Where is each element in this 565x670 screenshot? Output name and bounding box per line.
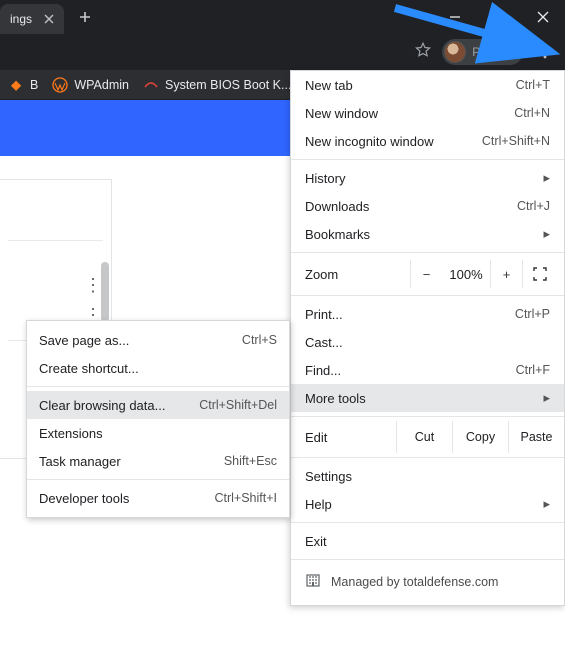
- browser-tab[interactable]: ings: [0, 4, 64, 34]
- bookmark-item[interactable]: ◆ B: [8, 77, 38, 93]
- menu-history[interactable]: History▸: [291, 164, 564, 192]
- minimize-button[interactable]: [433, 0, 477, 34]
- menu-new-tab[interactable]: New tabCtrl+T: [291, 71, 564, 99]
- edit-copy-button[interactable]: Copy: [452, 421, 508, 453]
- main-menu-button[interactable]: [533, 40, 557, 64]
- bookmark-icon: ◆: [8, 77, 24, 93]
- bookmark-label: System BIOS Boot K...: [165, 78, 291, 92]
- submenu-create-shortcut[interactable]: Create shortcut...: [27, 354, 289, 382]
- menu-exit[interactable]: Exit: [291, 527, 564, 555]
- chevron-right-icon: ▸: [543, 496, 550, 512]
- wordpress-icon: [52, 77, 68, 93]
- chevron-right-icon: ▸: [543, 226, 550, 242]
- menu-cast[interactable]: Cast...: [291, 328, 564, 356]
- edit-paste-button[interactable]: Paste: [508, 421, 564, 453]
- bookmark-item[interactable]: WPAdmin: [52, 77, 129, 93]
- profile-chip[interactable]: Paused: [442, 39, 523, 65]
- menu-edit: Edit Cut Copy Paste: [291, 421, 564, 453]
- zoom-in-button[interactable]: +: [490, 260, 522, 288]
- maximize-button[interactable]: [477, 0, 521, 34]
- submenu-developer-tools[interactable]: Developer toolsCtrl+Shift+I: [27, 484, 289, 512]
- menu-zoom: Zoom − 100% +: [291, 257, 564, 291]
- more-icon[interactable]: ⋮: [84, 276, 102, 294]
- submenu-save-page[interactable]: Save page as...Ctrl+S: [27, 326, 289, 354]
- bookmark-star-icon[interactable]: [414, 41, 432, 64]
- submenu-clear-browsing-data[interactable]: Clear browsing data...Ctrl+Shift+Del: [27, 391, 289, 419]
- more-tools-submenu: Save page as...Ctrl+S Create shortcut...…: [26, 320, 290, 518]
- profile-status: Paused: [472, 45, 513, 59]
- toolbar: Paused: [0, 34, 565, 70]
- zoom-percent: 100%: [442, 267, 490, 282]
- close-tab-icon[interactable]: [44, 14, 54, 24]
- bookmark-label: B: [30, 78, 38, 92]
- menu-more-tools[interactable]: More tools▸: [291, 384, 564, 412]
- managed-label: Managed by totaldefense.com: [331, 575, 498, 589]
- building-icon: [305, 572, 321, 591]
- menu-find[interactable]: Find...Ctrl+F: [291, 356, 564, 384]
- menu-managed-by[interactable]: Managed by totaldefense.com: [291, 564, 564, 599]
- menu-bookmarks[interactable]: Bookmarks▸: [291, 220, 564, 248]
- menu-help[interactable]: Help▸: [291, 490, 564, 518]
- menu-new-incognito[interactable]: New incognito windowCtrl+Shift+N: [291, 127, 564, 155]
- window-titlebar: ings: [0, 0, 565, 34]
- chevron-right-icon: ▸: [543, 170, 550, 186]
- submenu-extensions[interactable]: Extensions: [27, 419, 289, 447]
- close-window-button[interactable]: [521, 0, 565, 34]
- bookmark-item[interactable]: System BIOS Boot K...: [143, 77, 291, 93]
- chevron-right-icon: ▸: [543, 390, 550, 406]
- chrome-main-menu: New tabCtrl+T New windowCtrl+N New incog…: [290, 70, 565, 606]
- menu-print[interactable]: Print...Ctrl+P: [291, 300, 564, 328]
- scrollbar-thumb[interactable]: [101, 262, 109, 322]
- new-tab-button[interactable]: [72, 4, 98, 30]
- bios-icon: [143, 77, 159, 93]
- menu-new-window[interactable]: New windowCtrl+N: [291, 99, 564, 127]
- menu-settings[interactable]: Settings: [291, 462, 564, 490]
- menu-downloads[interactable]: DownloadsCtrl+J: [291, 192, 564, 220]
- edit-cut-button[interactable]: Cut: [396, 421, 452, 453]
- zoom-out-button[interactable]: −: [410, 260, 442, 288]
- submenu-task-manager[interactable]: Task managerShift+Esc: [27, 447, 289, 475]
- tab-title: ings: [10, 12, 32, 26]
- bookmark-label: WPAdmin: [74, 78, 129, 92]
- avatar: [444, 41, 466, 63]
- fullscreen-button[interactable]: [522, 260, 556, 288]
